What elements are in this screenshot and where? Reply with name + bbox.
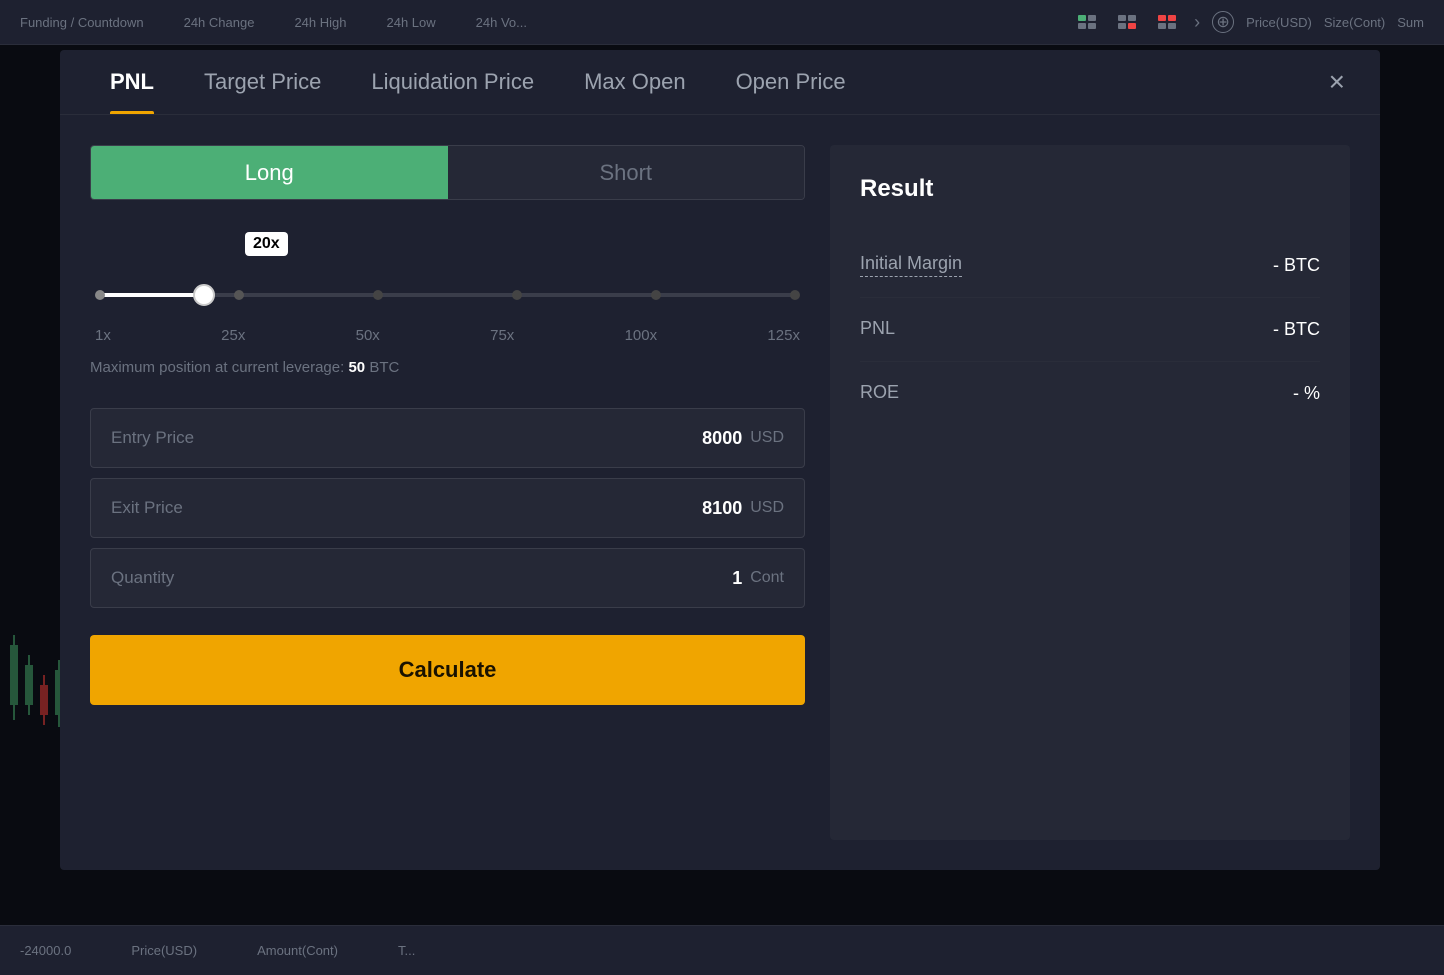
bottom-bar-item-price: -24000.0 <box>20 943 71 958</box>
entry-price-field[interactable]: Entry Price 8000 USD <box>90 408 805 468</box>
grid-icon-2[interactable] <box>1114 12 1142 32</box>
bottom-bar-item-t: T... <box>398 943 415 958</box>
short-button[interactable]: Short <box>448 146 805 199</box>
leverage-label-75x: 75x <box>490 327 514 344</box>
top-bar-item-24h-change: 24h Change <box>184 15 255 30</box>
tab-liquidation-price[interactable]: Liquidation Price <box>351 50 554 114</box>
leverage-area: 20x <box>90 222 805 386</box>
tab-target-price[interactable]: Target Price <box>184 50 341 114</box>
top-bar-item-24h-high: 24h High <box>294 15 346 30</box>
bottom-bar: -24000.0 Price(USD) Amount(Cont) T... <box>0 925 1444 975</box>
top-bar-item-24h-vol: 24h Vo... <box>476 15 527 30</box>
top-bar-item-24h-low: 24h Low <box>386 15 435 30</box>
grid-icon-1[interactable] <box>1074 12 1102 32</box>
leverage-badge: 20x <box>245 232 288 256</box>
slider-dot-100x <box>651 290 661 300</box>
quantity-value: 1 Cont <box>732 568 784 589</box>
slider-dot-1x <box>95 290 105 300</box>
top-bar-item-funding: Funding / Countdown <box>20 15 144 30</box>
arrow-icon[interactable]: › <box>1194 12 1200 33</box>
slider-container: 20x <box>90 232 805 312</box>
entry-price-value: 8000 USD <box>702 428 784 449</box>
result-row-pnl: PNL - BTC <box>860 298 1320 362</box>
result-row-initial-margin: Initial Margin - BTC <box>860 233 1320 298</box>
tab-pnl[interactable]: PNL <box>90 50 174 114</box>
modal-overlay: PNL Target Price Liquidation Price Max O… <box>0 45 1444 925</box>
roe-value: - % <box>1293 383 1320 404</box>
slider-dot-25x <box>234 290 244 300</box>
close-button[interactable]: × <box>1324 63 1350 101</box>
initial-margin-label: Initial Margin <box>860 253 962 277</box>
top-bar: Funding / Countdown 24h Change 24h High … <box>0 0 1444 45</box>
exit-price-label: Exit Price <box>111 498 183 518</box>
modal-tabs: PNL Target Price Liquidation Price Max O… <box>60 50 1380 115</box>
quantity-unit: Cont <box>750 569 784 587</box>
slider-dot-50x <box>373 290 383 300</box>
modal-body: Long Short 20x <box>60 115 1380 870</box>
entry-price-label: Entry Price <box>111 428 194 448</box>
calculate-button[interactable]: Calculate <box>90 635 805 705</box>
bottom-bar-item-amount: Amount(Cont) <box>257 943 338 958</box>
slider-dot-125x <box>790 290 800 300</box>
leverage-label-50x: 50x <box>356 327 380 344</box>
col-header-size: Size(Cont) <box>1324 15 1385 30</box>
col-header-sum: Sum <box>1397 15 1424 30</box>
col-header-price: Price(USD) <box>1246 15 1312 30</box>
leverage-labels: 1x 25x 50x 75x 100x 125x <box>90 327 805 344</box>
modal-panel: PNL Target Price Liquidation Price Max O… <box>60 50 1380 870</box>
slider-fill <box>100 293 204 297</box>
settings-icon[interactable]: ⊕ <box>1212 11 1234 33</box>
pnl-value: - BTC <box>1273 319 1320 340</box>
leverage-label-125x: 125x <box>767 327 800 344</box>
result-row-roe: ROE - % <box>860 362 1320 425</box>
input-group: Entry Price 8000 USD Exit Price 8100 USD <box>90 408 805 608</box>
leverage-label-1x: 1x <box>95 327 111 344</box>
slider-dot-75x <box>512 290 522 300</box>
slider-track <box>100 293 795 297</box>
leverage-label-100x: 100x <box>625 327 658 344</box>
slider-thumb[interactable] <box>193 284 215 306</box>
direction-toggle: Long Short <box>90 145 805 200</box>
result-panel: Result Initial Margin - BTC PNL - BTC RO… <box>830 145 1350 840</box>
exit-price-value: 8100 USD <box>702 498 784 519</box>
grid-icon-3[interactable] <box>1154 12 1182 32</box>
exit-price-unit: USD <box>750 499 784 517</box>
tab-max-open[interactable]: Max Open <box>564 50 706 114</box>
leverage-label-25x: 25x <box>221 327 245 344</box>
entry-price-unit: USD <box>750 429 784 447</box>
quantity-field[interactable]: Quantity 1 Cont <box>90 548 805 608</box>
left-panel: Long Short 20x <box>90 145 805 840</box>
long-button[interactable]: Long <box>91 146 448 199</box>
bottom-bar-item-priceusd: Price(USD) <box>131 943 197 958</box>
result-title: Result <box>860 175 1320 203</box>
exit-price-field[interactable]: Exit Price 8100 USD <box>90 478 805 538</box>
pnl-label: PNL <box>860 318 895 341</box>
tab-open-price[interactable]: Open Price <box>716 50 866 114</box>
quantity-label: Quantity <box>111 568 174 588</box>
roe-label: ROE <box>860 382 899 405</box>
max-position-text: Maximum position at current leverage: 50… <box>90 359 805 376</box>
initial-margin-value: - BTC <box>1273 255 1320 276</box>
